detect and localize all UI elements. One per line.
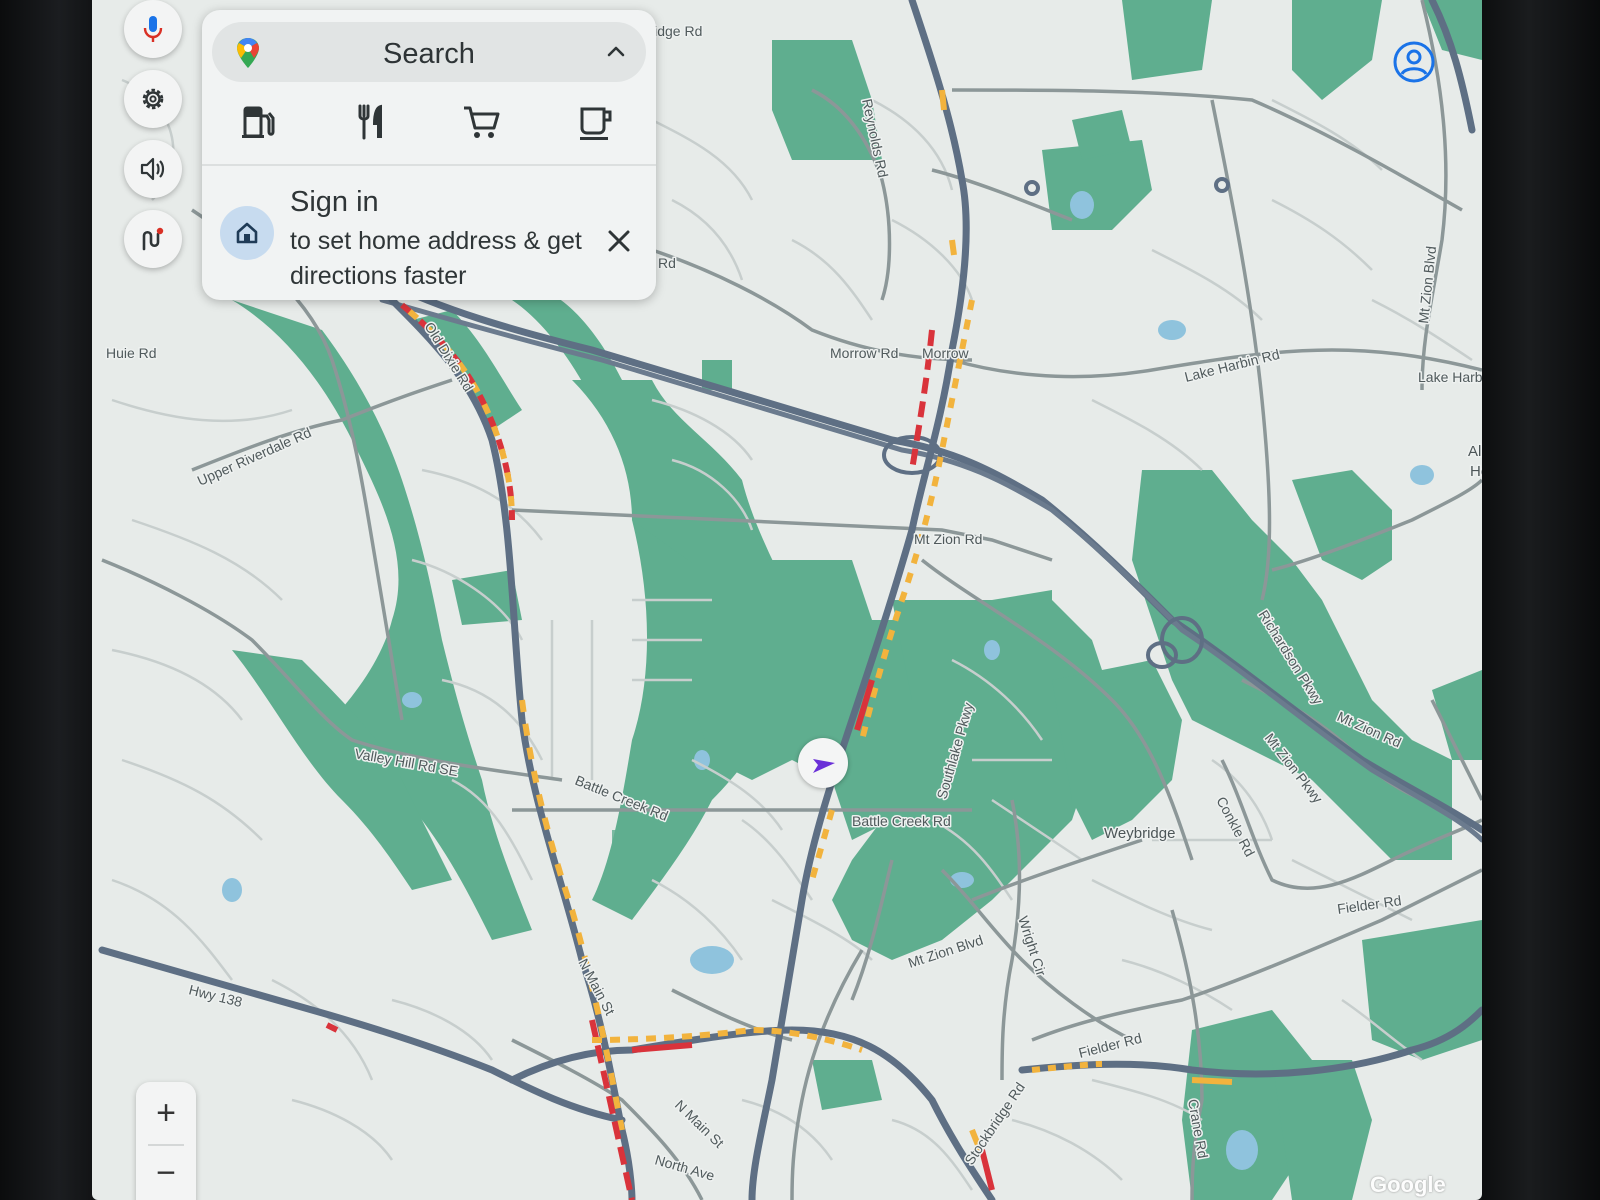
sound-button[interactable] [124, 140, 182, 198]
screen-bezel-right [1482, 0, 1600, 1200]
road-label: Alle [1468, 443, 1482, 460]
sign-in-title[interactable]: Sign in [290, 186, 379, 219]
home-badge[interactable] [220, 206, 274, 260]
search-label: Search [383, 38, 475, 70]
speaker-icon [140, 157, 165, 181]
gas-station-icon[interactable] [236, 100, 280, 144]
road-label: Lake Harbin Rd [1183, 346, 1281, 385]
close-icon[interactable] [604, 226, 634, 256]
road-label: Battle Creek Rd [852, 813, 951, 829]
route-options-button[interactable] [124, 210, 182, 268]
road-label: N Main St [672, 1097, 727, 1151]
zoom-controls: + − [136, 1082, 196, 1200]
google-attribution: Google [1370, 1172, 1446, 1197]
account-profile-icon[interactable] [1392, 40, 1436, 84]
settings-button[interactable] [124, 70, 182, 128]
microphone-icon [143, 16, 163, 42]
road-label: Morrow Rd [830, 345, 898, 361]
road-label: Morrow [922, 345, 970, 361]
gear-icon [142, 88, 164, 110]
panel-divider [202, 164, 656, 166]
road-label: Conkle Rd [1213, 794, 1258, 859]
road-label: North Ave [653, 1152, 716, 1184]
search-panel: Search Sign in to set home address & get… [202, 10, 656, 300]
road-label: Weybridge [1104, 825, 1175, 842]
grocery-icon[interactable] [460, 100, 504, 144]
search-bar[interactable]: Search [212, 22, 646, 82]
road-label: Stockbridge Rd [961, 1079, 1028, 1167]
road-label: He [1470, 463, 1482, 480]
road-label: Mt Zion Rd [914, 531, 982, 547]
road-label: Wright Cir [1015, 914, 1049, 978]
road-label: Fielder Rd [1077, 1030, 1144, 1061]
category-shortcuts [202, 100, 656, 152]
navigation-arrow-icon [813, 759, 835, 773]
road-label: Huie Rd [106, 345, 157, 361]
sign-in-subtitle: to set home address & get directions fas… [290, 227, 582, 290]
road-label: Rd [658, 255, 676, 271]
chevron-up-icon[interactable] [604, 40, 628, 64]
zoom-out-button[interactable]: − [136, 1148, 196, 1198]
current-location-puck [798, 738, 848, 788]
coffee-icon[interactable] [574, 100, 618, 144]
zoom-in-button[interactable]: + [136, 1088, 196, 1138]
home-icon [236, 222, 258, 244]
map-screen[interactable]: Ridge Rd Reynolds Rd Huie Rd Old Dixie R… [92, 0, 1482, 1200]
zoom-divider [148, 1144, 184, 1146]
road-label: Lake Harb [1418, 369, 1482, 385]
voice-search-button[interactable] [124, 0, 182, 58]
route-icon [142, 227, 164, 251]
restaurant-icon[interactable] [348, 100, 392, 144]
